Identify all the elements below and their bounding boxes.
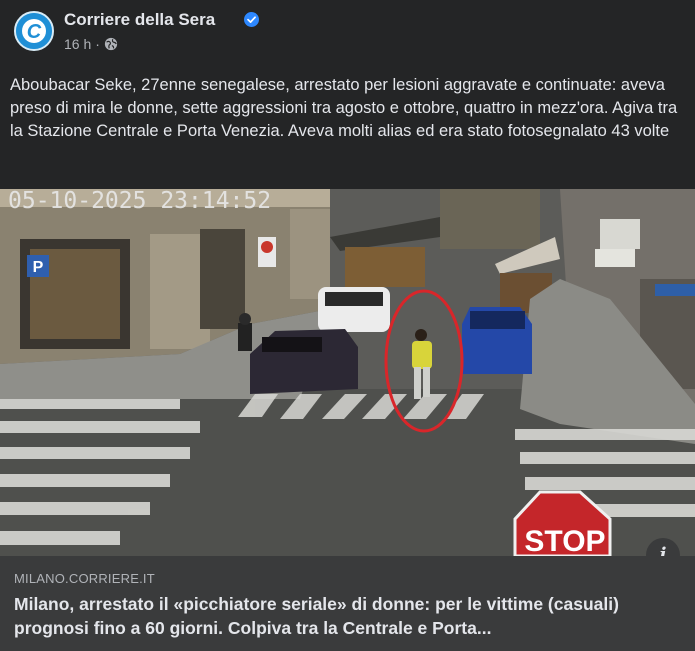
- stop-sign: STOP: [524, 525, 605, 556]
- post-meta: 16 h ·: [64, 36, 118, 52]
- facebook-post: C Corriere della Sera 16 h · Aboubacar S…: [0, 0, 695, 651]
- page-name[interactable]: Corriere della Sera: [64, 10, 215, 30]
- meta-separator: ·: [95, 36, 100, 52]
- verified-badge-icon: [244, 12, 259, 27]
- post-caption: Aboubacar Seke, 27enne senegalese, arres…: [10, 76, 678, 140]
- corriere-logo-icon: C: [16, 13, 52, 49]
- post-photo[interactable]: P STOP 05-10-2025 23:14:52: [0, 189, 695, 556]
- link-preview[interactable]: MILANO.CORRIERE.IT Milano, arrestato il …: [0, 556, 695, 651]
- link-domain: MILANO.CORRIERE.IT: [14, 571, 155, 586]
- page-avatar[interactable]: C: [14, 11, 54, 51]
- parking-sign: P: [33, 259, 44, 276]
- post-header: C Corriere della Sera 16 h ·: [14, 10, 674, 60]
- cctv-street-image: P STOP 05-10-2025 23:14:52: [0, 189, 695, 556]
- post-timestamp[interactable]: 16 h: [64, 36, 91, 52]
- avatar-letter: C: [27, 21, 42, 43]
- link-headline[interactable]: Milano, arrestato il «picchiatore serial…: [14, 592, 684, 640]
- cctv-timestamp: 05-10-2025 23:14:52: [8, 189, 271, 214]
- globe-icon[interactable]: [104, 37, 118, 51]
